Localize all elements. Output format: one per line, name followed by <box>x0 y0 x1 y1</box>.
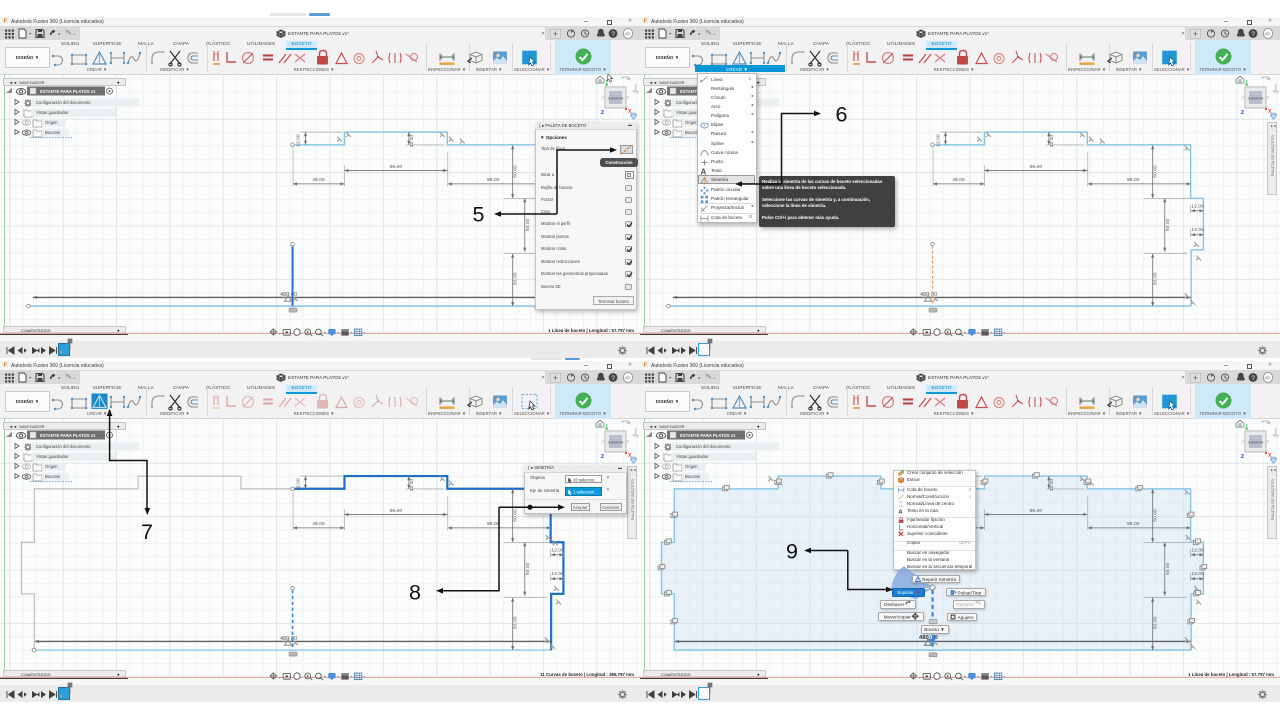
svg-text:5: 5 <box>473 203 485 227</box>
svg-text:8: 8 <box>409 581 421 605</box>
svg-text:7: 7 <box>141 520 153 544</box>
svg-text:6: 6 <box>836 103 848 127</box>
svg-text:9: 9 <box>786 540 798 564</box>
